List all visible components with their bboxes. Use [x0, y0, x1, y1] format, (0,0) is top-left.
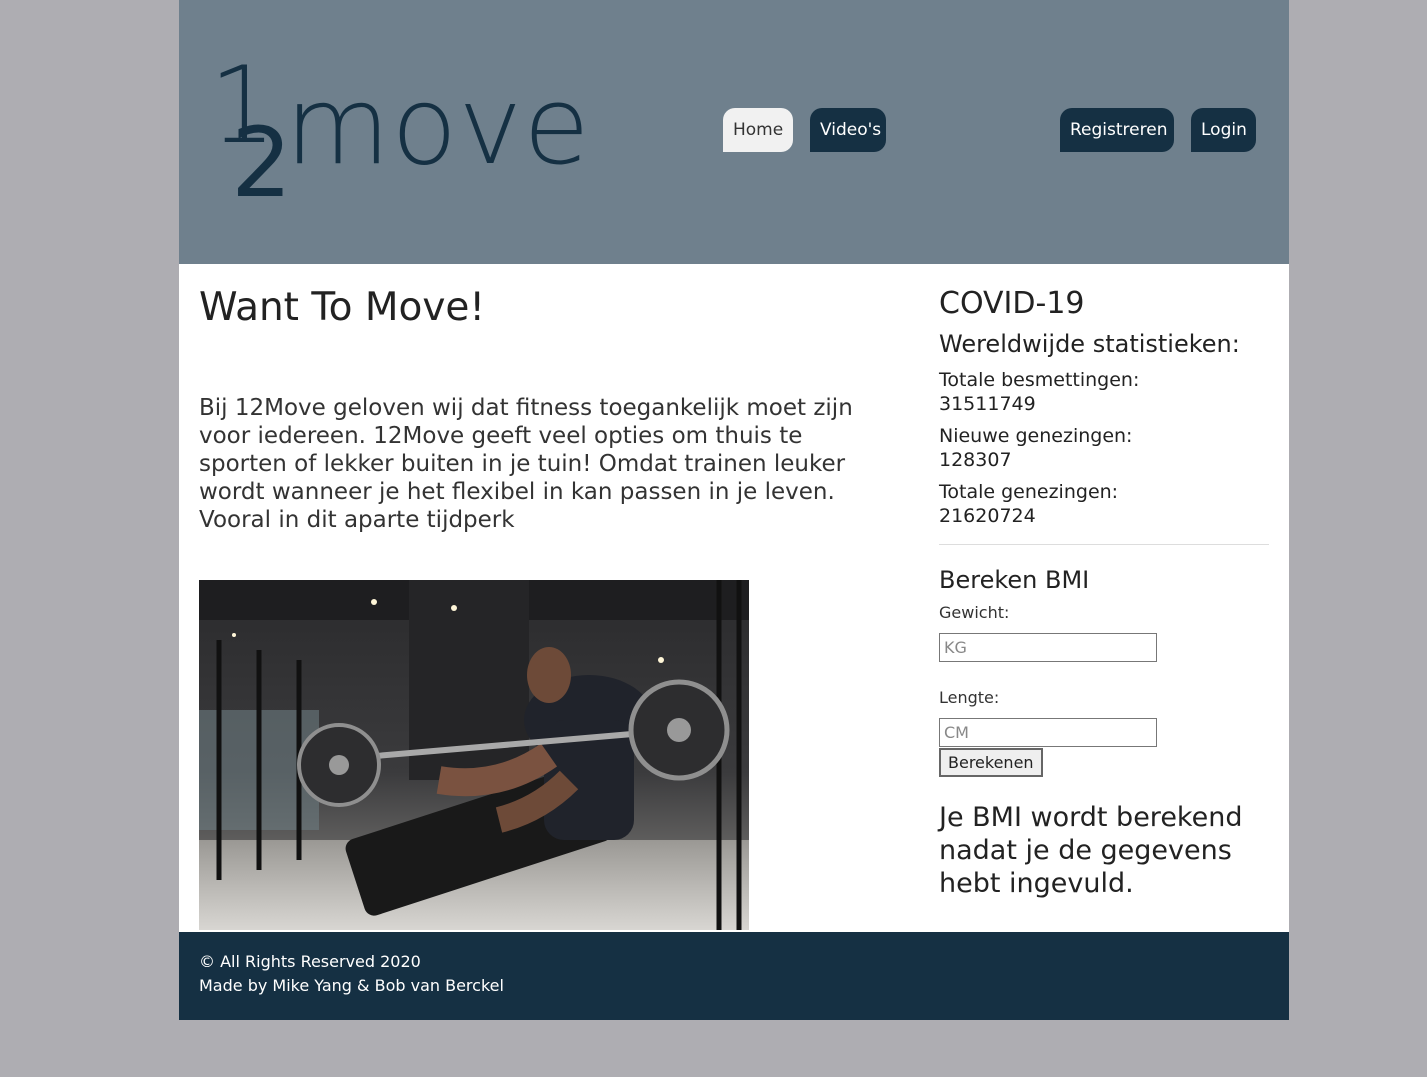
weight-label: Gewicht: — [939, 603, 1010, 622]
gym-photo — [199, 580, 749, 930]
footer-credits: Made by Mike Yang & Bob van Berckel — [199, 976, 504, 995]
intro-text: Bij 12Move geloven wij dat fitness toega… — [199, 395, 853, 533]
brand-logo[interactable]: 1 2 move — [209, 53, 590, 219]
sidebar: COVID-19 Wereldwijde statistieken: Total… — [939, 284, 1269, 900]
stat-total-infections-value: 31511749 — [939, 393, 1036, 415]
logo-wordmark: move — [285, 64, 591, 189]
page-title: Want To Move! — [199, 285, 486, 330]
stat-total-recoveries-label: Totale genezingen: — [939, 481, 1119, 503]
nav-login[interactable]: Login — [1191, 108, 1256, 152]
calculate-button[interactable]: Berekenen — [939, 748, 1043, 777]
stat-total-infections: Totale besmettingen: 31511749 — [939, 368, 1269, 416]
logo-digit-two: 2 — [231, 107, 293, 219]
main-section: Want To Move! Bij 12Move geloven wij dat… — [179, 264, 1289, 932]
height-label: Lengte: — [939, 688, 1000, 707]
nav-videos[interactable]: Video's — [810, 108, 886, 152]
stat-total-recoveries-value: 21620724 — [939, 505, 1036, 527]
nav-register[interactable]: Registreren — [1060, 108, 1174, 152]
site-footer: © All Rights Reserved 2020 Made by Mike … — [179, 932, 1289, 1020]
footer-text: © All Rights Reserved 2020 Made by Mike … — [199, 950, 504, 998]
bmi-title: Bereken BMI — [939, 566, 1090, 594]
covid-subtitle: Wereldwijde statistieken: — [939, 330, 1240, 358]
gym-photo-icon — [199, 580, 749, 930]
weight-input[interactable] — [939, 633, 1157, 662]
page-container: 1 2 move Home Video's Registreren Login … — [179, 0, 1289, 1020]
stat-new-recoveries-label: Nieuwe genezingen: — [939, 425, 1133, 447]
covid-title: COVID-19 — [939, 286, 1085, 321]
sidebar-divider — [939, 544, 1269, 545]
stat-total-infections-label: Totale besmettingen: — [939, 369, 1140, 391]
stat-new-recoveries: Nieuwe genezingen: 128307 — [939, 424, 1269, 472]
content-column: Want To Move! Bij 12Move geloven wij dat… — [199, 284, 869, 930]
bmi-result-text: Je BMI wordt berekend nadat je de gegeve… — [939, 802, 1243, 899]
stat-total-recoveries: Totale genezingen: 21620724 — [939, 480, 1269, 528]
site-header: 1 2 move Home Video's Registreren Login — [179, 0, 1289, 264]
nav-home[interactable]: Home — [723, 108, 793, 152]
footer-copyright: © All Rights Reserved 2020 — [199, 952, 421, 971]
height-input[interactable] — [939, 718, 1157, 747]
stat-new-recoveries-value: 128307 — [939, 449, 1012, 471]
